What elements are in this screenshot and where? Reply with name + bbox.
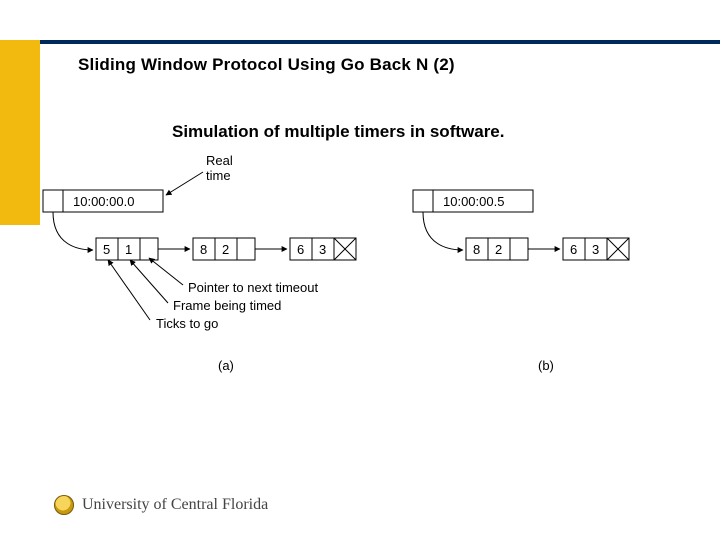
accent-bar [0,40,40,225]
node-a2-ticks: 8 [200,242,207,257]
page-title: Sliding Window Protocol Using Go Back N … [78,55,455,75]
head-time-a: 10:00:00.0 [73,194,134,209]
footer: University of Central Florida [54,495,268,515]
node-b1-ticks: 8 [473,242,480,257]
head-time-b: 10:00:00.5 [443,194,504,209]
header-rule [0,40,720,44]
label-ticks: Ticks to go [156,316,218,331]
node-a3-frame: 3 [319,242,326,257]
node-b2-frame: 3 [592,242,599,257]
real-time-label-line2: time [206,168,231,183]
label-frame: Frame being timed [173,298,281,313]
node-b2-ticks: 6 [570,242,577,257]
node-a3-ticks: 6 [297,242,304,257]
node-b1-frame: 2 [495,242,502,257]
node-a2-frame: 2 [222,242,229,257]
caption-a: (a) [218,358,234,373]
ucf-seal-icon [54,495,74,515]
real-time-label-line1: Real [206,153,233,168]
timers-diagram: 10:00:00.0 Real time 5 1 8 2 6 3 Pointer… [38,150,698,400]
node-a1-ticks: 5 [103,242,110,257]
node-a1-frame: 1 [125,242,132,257]
footer-text: University of Central Florida [82,496,268,514]
caption-b: (b) [538,358,554,373]
label-pointer: Pointer to next timeout [188,280,318,295]
page-subtitle: Simulation of multiple timers in softwar… [172,122,505,142]
